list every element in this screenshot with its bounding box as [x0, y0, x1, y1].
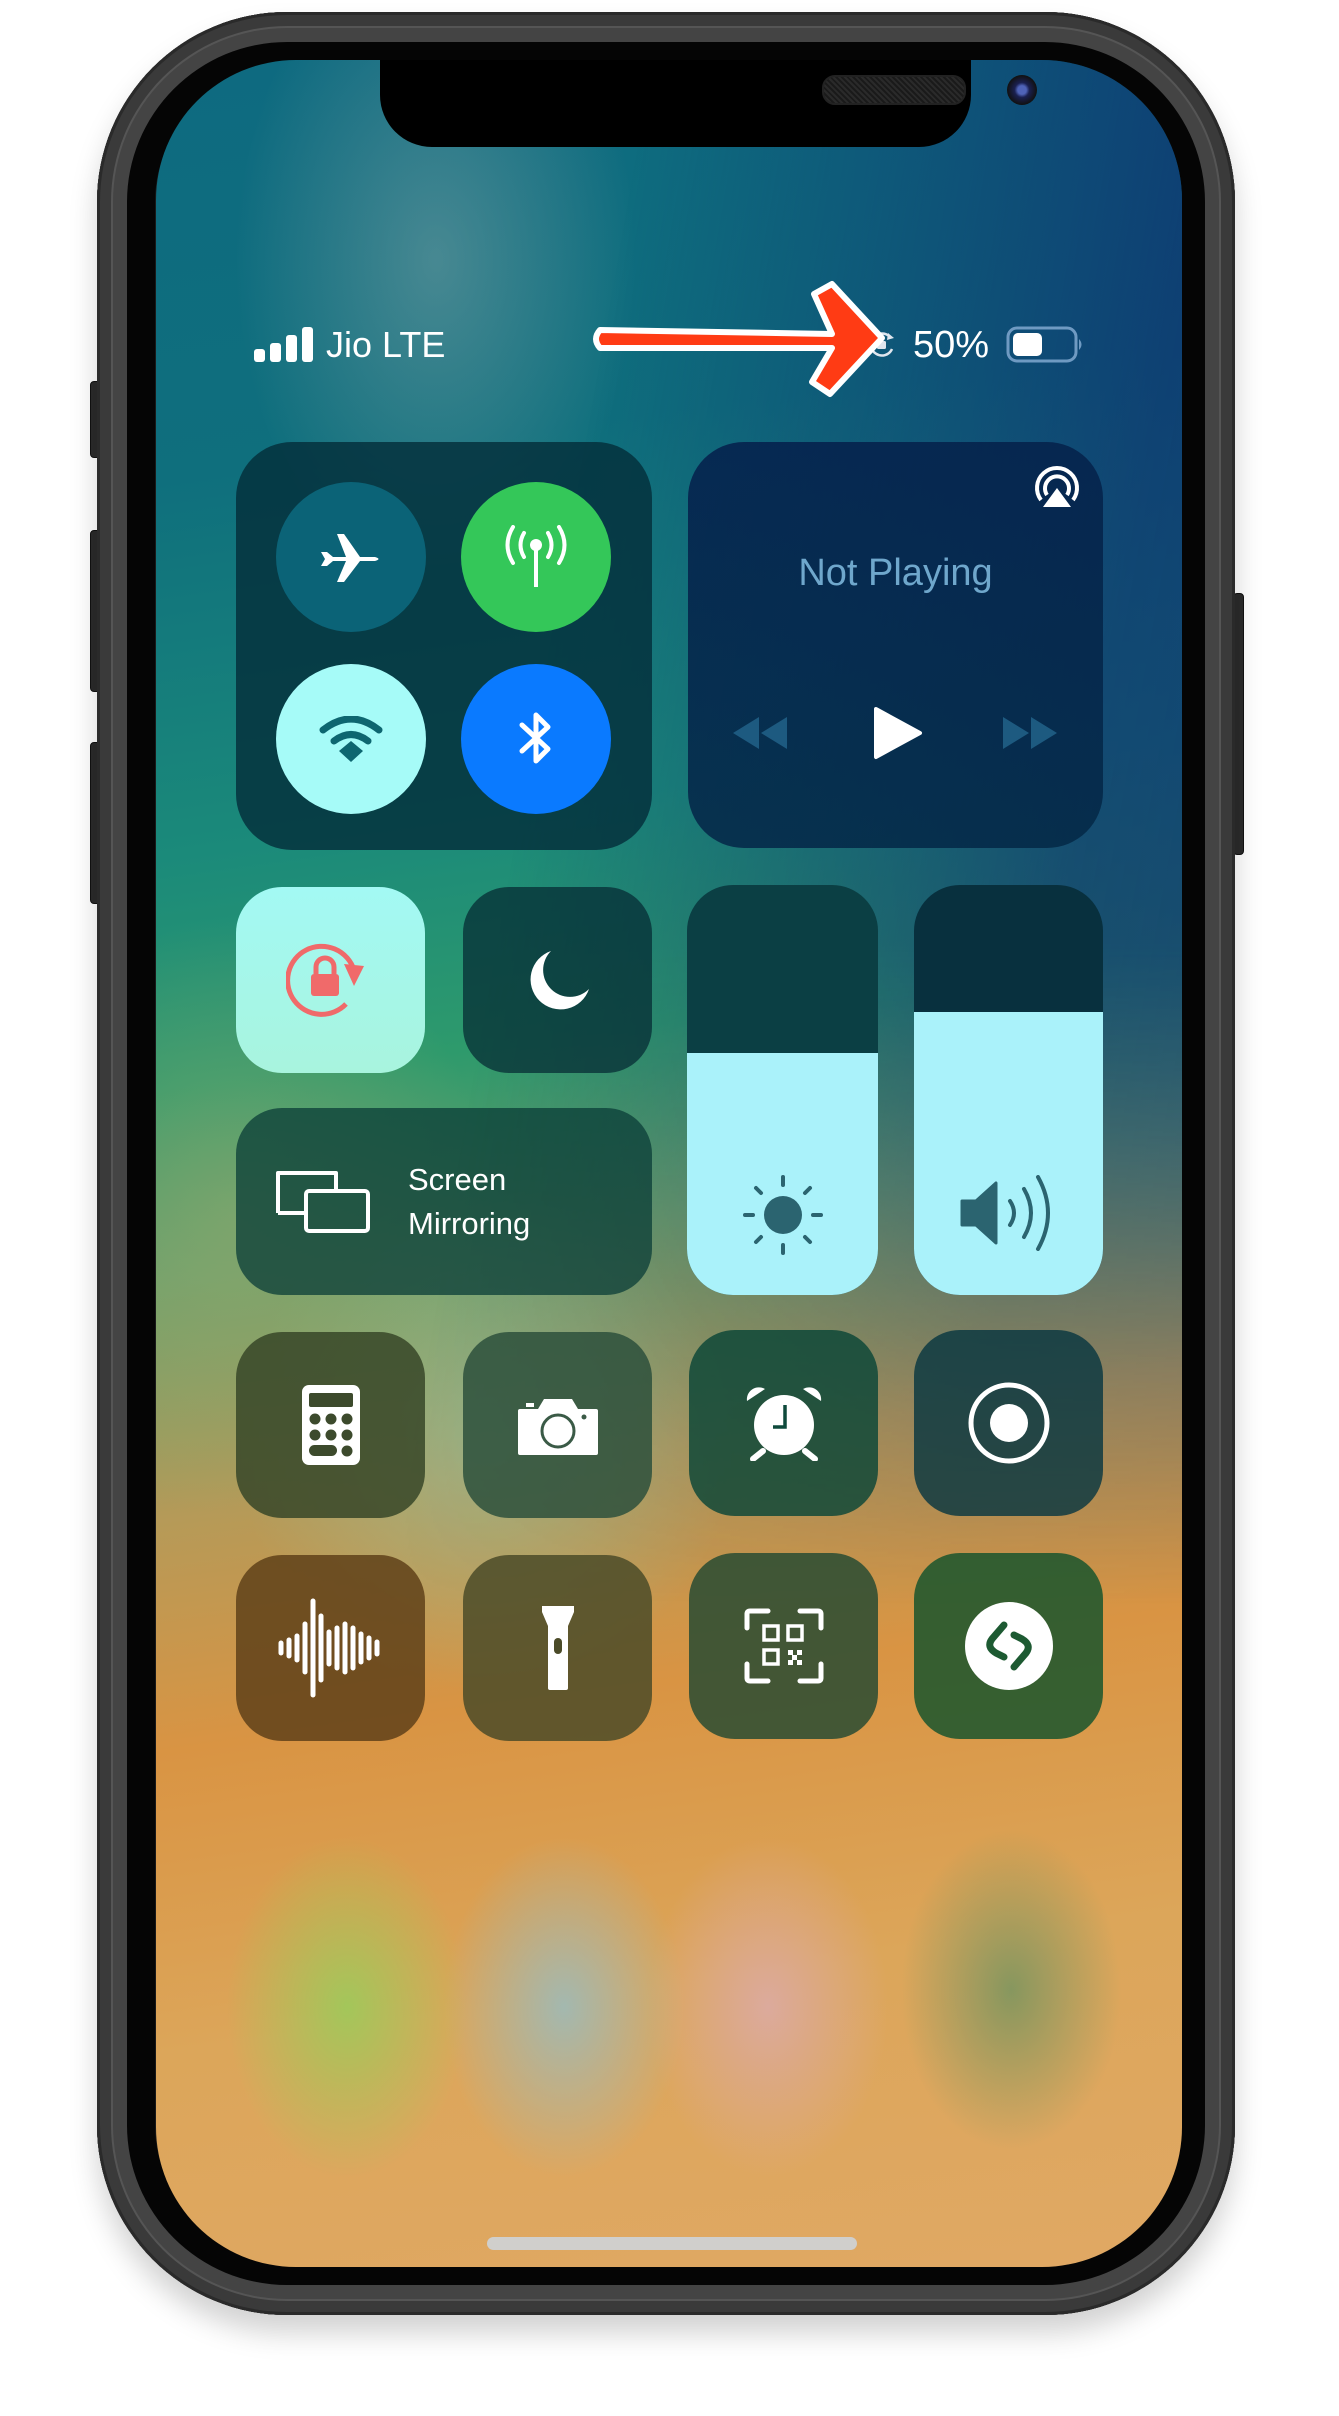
bluetooth-icon — [519, 712, 551, 764]
alarm-clock-icon — [746, 1387, 821, 1461]
brightness-slider[interactable] — [687, 885, 878, 1295]
cellular-signal-icon — [254, 327, 316, 363]
shazam-button[interactable] — [914, 1553, 1103, 1739]
fast-forward-icon — [1003, 717, 1057, 749]
screen-mirroring-label: Screen Mirroring — [408, 1158, 530, 1246]
flashlight-button[interactable] — [463, 1555, 652, 1741]
calculator-button[interactable] — [236, 1332, 425, 1518]
record-icon — [968, 1382, 1049, 1464]
rewind-button[interactable] — [733, 717, 789, 749]
cellular-data-toggle[interactable] — [461, 482, 611, 632]
battery-percentage: 50% — [913, 324, 990, 366]
screen-mirroring-line2: Mirroring — [408, 1205, 531, 1241]
alarm-button[interactable] — [689, 1330, 878, 1516]
connectivity-panel — [236, 442, 652, 850]
battery-icon — [1006, 326, 1086, 364]
screen-mirroring-button[interactable]: Screen Mirroring — [236, 1108, 652, 1295]
screen-mirroring-icon — [276, 1170, 370, 1233]
rotation-lock-icon — [285, 943, 364, 1017]
moon-icon — [530, 951, 589, 1010]
waveform-icon — [278, 1598, 379, 1698]
airplane-mode-toggle[interactable] — [276, 482, 426, 632]
fast-forward-button[interactable] — [1003, 717, 1059, 749]
earpiece-speaker — [822, 75, 966, 105]
orientation-lock-toggle[interactable] — [236, 887, 425, 1073]
airplane-icon — [321, 534, 379, 582]
wifi-icon — [319, 716, 383, 762]
front-camera — [1007, 75, 1037, 105]
qr-code-icon — [744, 1608, 823, 1684]
red-arrow-annotation — [586, 270, 896, 400]
sun-icon — [743, 1175, 823, 1255]
home-indicator[interactable] — [487, 2237, 857, 2250]
now-playing-title: Not Playing — [798, 552, 993, 594]
control-center-screen: Jio LTE 50% Not Playing Screen Mirroring — [156, 60, 1182, 2267]
volume-slider[interactable] — [914, 885, 1103, 1295]
screen-recording-button[interactable] — [914, 1330, 1103, 1516]
speaker-icon — [960, 1175, 1050, 1251]
play-button[interactable] — [873, 706, 923, 760]
volume-slider-fill — [914, 1012, 1103, 1295]
flashlight-icon — [541, 1606, 574, 1690]
notch — [380, 60, 1037, 147]
calculator-icon — [301, 1385, 360, 1465]
voice-memos-button[interactable] — [236, 1555, 425, 1741]
camera-button[interactable] — [463, 1332, 652, 1518]
shazam-icon — [964, 1602, 1053, 1690]
now-playing-panel: Not Playing — [688, 442, 1103, 848]
carrier-label: Jio LTE — [326, 324, 446, 365]
do-not-disturb-toggle[interactable] — [463, 887, 652, 1073]
play-icon — [874, 707, 922, 759]
antenna-icon — [505, 525, 567, 587]
bluetooth-toggle[interactable] — [461, 664, 611, 814]
screen-mirroring-line1: Screen — [408, 1161, 507, 1197]
wifi-toggle[interactable] — [276, 664, 426, 814]
airplay-button[interactable] — [1031, 462, 1083, 512]
camera-icon — [517, 1399, 598, 1455]
rewind-icon — [733, 717, 787, 749]
qr-code-scanner-button[interactable] — [689, 1553, 878, 1739]
airplay-icon — [1035, 466, 1079, 507]
